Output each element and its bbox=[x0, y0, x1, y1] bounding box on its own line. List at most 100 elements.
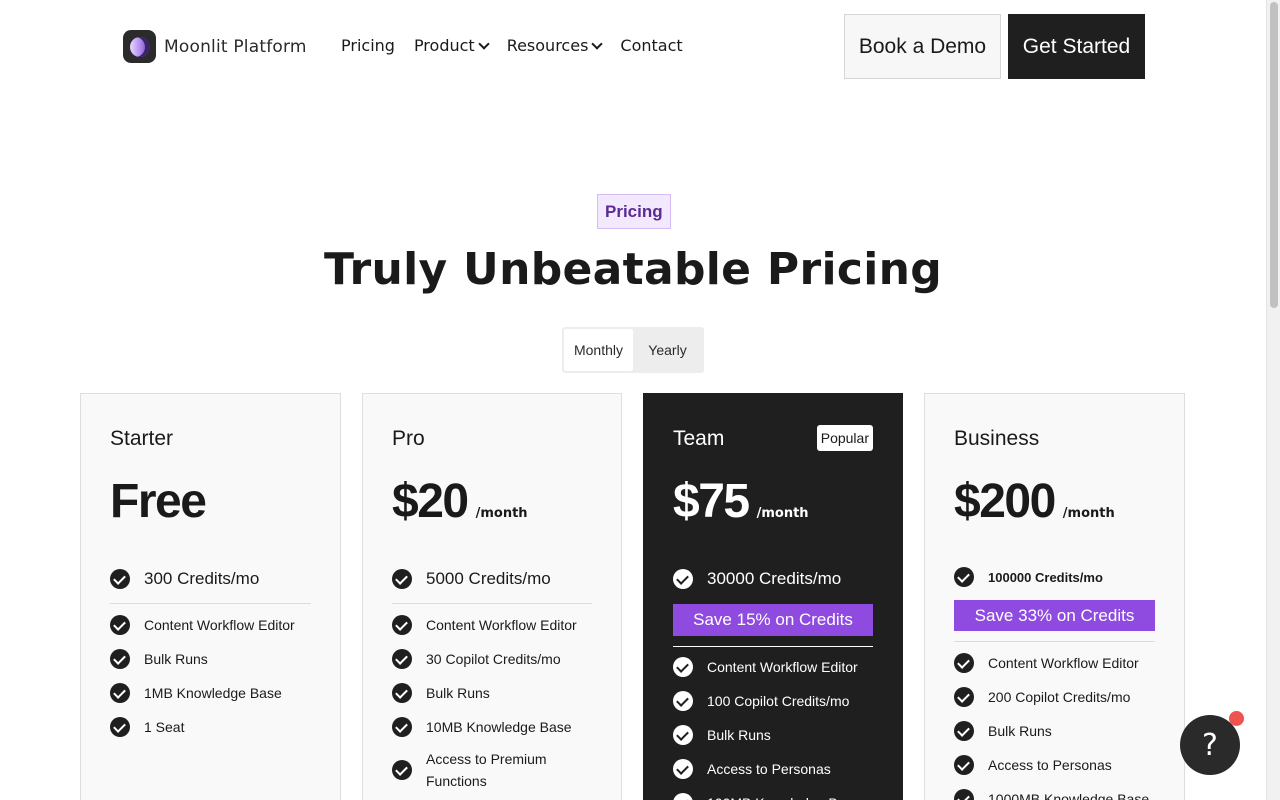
check-icon bbox=[392, 569, 412, 589]
nav-product[interactable]: Product bbox=[413, 36, 490, 55]
feature-label: Content Workflow Editor bbox=[707, 659, 858, 675]
credits-label: 100000 Credits/mo bbox=[988, 569, 1103, 585]
credits-label: 300 Credits/mo bbox=[144, 569, 260, 588]
feature-item: Access to Personas bbox=[954, 748, 1164, 782]
feature-label: Access to Personas bbox=[988, 757, 1112, 773]
check-icon bbox=[673, 725, 693, 745]
price-value: $20 bbox=[392, 475, 469, 528]
price-value: $200 bbox=[954, 475, 1056, 528]
divider bbox=[110, 603, 311, 604]
feature-item: Bulk Runs bbox=[954, 714, 1164, 748]
divider bbox=[673, 646, 873, 647]
feature-label: 1000MB Knowledge Base bbox=[988, 791, 1150, 800]
check-icon bbox=[392, 760, 412, 780]
check-icon bbox=[392, 615, 412, 635]
feature-item: Content Workflow Editor bbox=[110, 608, 320, 642]
nav-resources[interactable]: Resources bbox=[506, 36, 604, 55]
get-started-button[interactable]: Get Started bbox=[1008, 14, 1145, 79]
section-pill: Pricing bbox=[597, 194, 671, 229]
feature-label: Content Workflow Editor bbox=[426, 617, 577, 633]
feature-label: Access to Personas bbox=[707, 761, 831, 777]
feature-label: 1MB Knowledge Base bbox=[144, 685, 282, 701]
plan-credits: 100000 Credits/mo bbox=[954, 567, 1103, 587]
check-icon bbox=[954, 687, 974, 707]
popular-badge: Popular bbox=[816, 425, 873, 451]
feature-list: Content Workflow Editor 200 Copilot Cred… bbox=[954, 646, 1164, 800]
toggle-monthly[interactable]: Monthly bbox=[564, 329, 633, 371]
plan-credits: 5000 Credits/mo bbox=[392, 569, 551, 589]
feature-item: 10MB Knowledge Base bbox=[392, 710, 601, 744]
plan-price: $20 /month bbox=[392, 474, 528, 529]
feature-list: Content Workflow Editor Bulk Runs 1MB Kn… bbox=[110, 608, 320, 744]
check-icon bbox=[954, 567, 974, 587]
feature-label: 100 Copilot Credits/mo bbox=[707, 693, 850, 709]
feature-item: 1 Seat bbox=[110, 710, 320, 744]
price-period: /month bbox=[756, 506, 809, 521]
plan-name: Pro bbox=[392, 427, 425, 450]
check-icon bbox=[110, 649, 130, 669]
plan-name: Starter bbox=[110, 427, 174, 450]
plan-price: $200 /month bbox=[954, 474, 1115, 529]
page-title: Truly Unbeatable Pricing bbox=[323, 244, 943, 295]
check-icon bbox=[110, 717, 130, 737]
scrollbar-thumb[interactable] bbox=[1270, 2, 1278, 308]
credits-label: 5000 Credits/mo bbox=[426, 569, 551, 588]
plan-card-pro: Pro $20 /month 5000 Credits/mo Content W… bbox=[362, 393, 622, 800]
feature-label: Bulk Runs bbox=[426, 685, 490, 701]
check-icon bbox=[673, 657, 693, 677]
save-badge: Save 15% on Credits bbox=[673, 604, 873, 636]
main-nav: Pricing Product Resources Contact bbox=[341, 36, 702, 55]
nav-pricing-label: Pricing bbox=[341, 36, 395, 55]
feature-label: 10MB Knowledge Base bbox=[426, 719, 572, 735]
plan-card-business: Business $200 /month 100000 Credits/mo S… bbox=[924, 393, 1185, 800]
brand-name: Moonlit Platform bbox=[164, 36, 307, 57]
feature-list: Content Workflow Editor 30 Copilot Credi… bbox=[392, 608, 601, 792]
feature-item: 30 Copilot Credits/mo bbox=[392, 642, 601, 676]
feature-item: 1MB Knowledge Base bbox=[110, 676, 320, 710]
check-icon bbox=[392, 649, 412, 669]
check-icon bbox=[110, 683, 130, 703]
plan-credits: 300 Credits/mo bbox=[110, 569, 259, 589]
chevron-down-icon bbox=[591, 37, 604, 50]
divider bbox=[392, 603, 592, 604]
nav-pricing[interactable]: Pricing bbox=[341, 36, 395, 55]
check-icon bbox=[110, 615, 130, 635]
check-icon bbox=[954, 789, 974, 800]
toggle-yearly[interactable]: Yearly bbox=[633, 329, 702, 371]
plan-price: $75 /month bbox=[673, 474, 809, 529]
billing-toggle: Monthly Yearly bbox=[562, 327, 704, 373]
check-icon bbox=[673, 793, 693, 800]
notification-dot bbox=[1229, 711, 1244, 726]
plan-price: Free bbox=[110, 474, 207, 529]
price-value: Free bbox=[110, 475, 207, 528]
price-value: $75 bbox=[673, 475, 750, 528]
feature-label: 30 Copilot Credits/mo bbox=[426, 651, 561, 667]
check-icon bbox=[954, 653, 974, 673]
credits-label: 30000 Credits/mo bbox=[707, 569, 842, 588]
feature-label: Bulk Runs bbox=[144, 651, 208, 667]
feature-list: Content Workflow Editor 100 Copilot Cred… bbox=[673, 650, 882, 800]
site-header: Moonlit Platform Pricing Product Resourc… bbox=[0, 0, 1266, 92]
nav-product-label: Product bbox=[413, 36, 475, 55]
feature-item: Content Workflow Editor bbox=[392, 608, 601, 642]
feature-label: 100MB Knowledge Base bbox=[707, 792, 860, 800]
nav-resources-label: Resources bbox=[506, 36, 589, 55]
nav-contact[interactable]: Contact bbox=[620, 36, 682, 55]
check-icon bbox=[673, 569, 693, 589]
plan-name: Team bbox=[673, 427, 725, 450]
check-icon bbox=[110, 569, 130, 589]
check-icon bbox=[673, 691, 693, 711]
feature-label: Content Workflow Editor bbox=[144, 617, 295, 633]
feature-item: Bulk Runs bbox=[392, 676, 601, 710]
feature-label: 200 Copilot Credits/mo bbox=[988, 689, 1131, 705]
feature-item: 200 Copilot Credits/mo bbox=[954, 680, 1164, 714]
brand[interactable]: Moonlit Platform bbox=[123, 30, 307, 63]
check-icon bbox=[954, 721, 974, 741]
nav-contact-label: Contact bbox=[620, 36, 683, 55]
chevron-down-icon bbox=[478, 37, 490, 50]
book-demo-button[interactable]: Book a Demo bbox=[844, 14, 1001, 79]
moon-logo-icon bbox=[123, 30, 156, 63]
plan-credits: 30000 Credits/mo bbox=[673, 569, 841, 589]
feature-item: Bulk Runs bbox=[110, 642, 320, 676]
page-scrollbar[interactable] bbox=[1266, 0, 1280, 800]
